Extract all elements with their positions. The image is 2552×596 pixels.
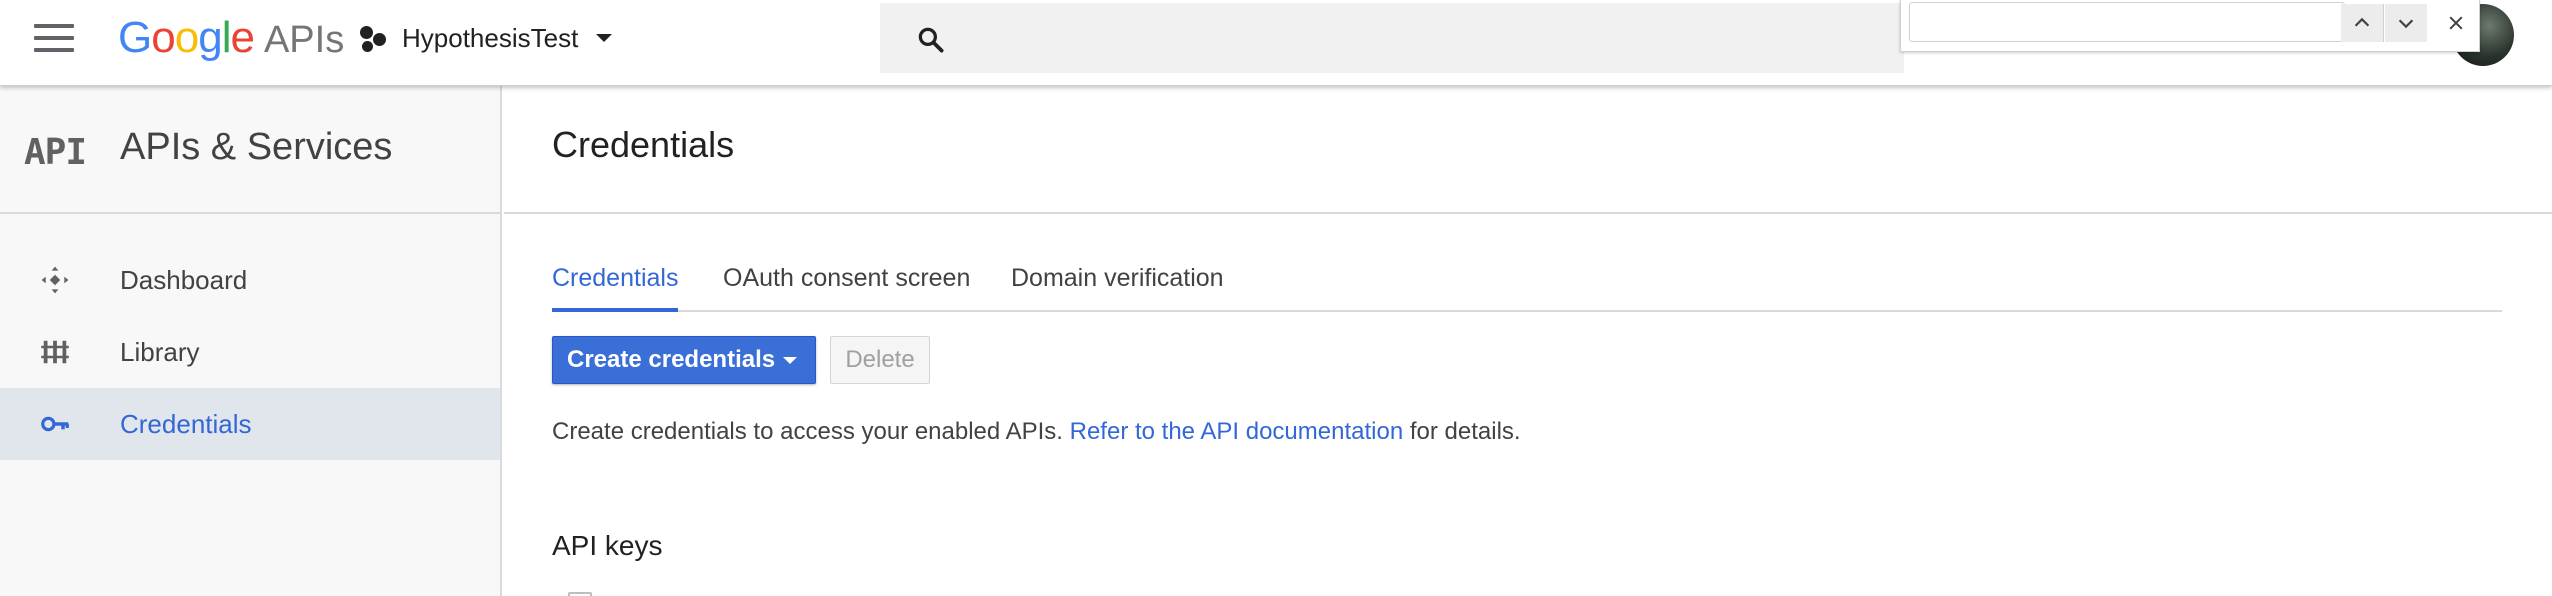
sidebar-header: API APIs & Services — [0, 86, 500, 214]
chevron-down-icon — [2398, 19, 2414, 29]
credentials-info-text: Create credentials to access your enable… — [552, 418, 1521, 446]
library-icon — [38, 335, 72, 369]
tab-domain-verification[interactable]: Domain verification — [1011, 254, 1224, 310]
hamburger-menu-icon[interactable] — [34, 24, 76, 54]
delete-button[interactable]: Delete — [830, 336, 930, 384]
sidebar-item-library[interactable]: Library — [0, 316, 500, 388]
project-name: HypothesisTest — [402, 22, 579, 53]
find-previous-button[interactable] — [2341, 4, 2383, 42]
find-input[interactable] — [1909, 2, 2345, 42]
key-icon — [38, 407, 72, 441]
sidebar-title: APIs & Services — [120, 126, 393, 168]
sidebar-item-label: Dashboard — [120, 264, 248, 295]
search-icon[interactable] — [916, 25, 946, 55]
tab-credentials[interactable]: Credentials — [552, 254, 679, 312]
main-header: Credentials — [504, 86, 2552, 214]
google-apis-logo[interactable]: Google APIs — [118, 12, 344, 64]
page-title: Credentials — [552, 124, 735, 165]
project-dots-icon — [360, 24, 388, 52]
api-documentation-link[interactable]: Refer to the API documentation — [1070, 418, 1404, 445]
find-next-button[interactable] — [2385, 4, 2427, 42]
info-text-after: for details. — [1409, 418, 1521, 445]
api-keys-heading: API keys — [552, 530, 663, 561]
find-close-button[interactable] — [2435, 4, 2477, 42]
divider — [2383, 4, 2384, 42]
google-wordmark: Google — [118, 13, 255, 62]
info-text-before: Create credentials to access your enable… — [552, 418, 1063, 445]
create-credentials-button[interactable]: Create credentials — [552, 336, 816, 384]
tab-bar: Credentials OAuth consent screen Domain … — [552, 254, 2502, 312]
sidebar-item-label: Credentials — [120, 408, 252, 439]
find-in-page-bar — [1900, 0, 2480, 52]
sidebar-item-credentials[interactable]: Credentials — [0, 388, 500, 460]
apis-wordmark: APIs — [263, 19, 345, 61]
sidebar: API APIs & Services Dashboard Library Cr… — [0, 86, 502, 596]
create-credentials-label: Create credentials — [567, 346, 776, 373]
sidebar-item-dashboard[interactable]: Dashboard — [0, 244, 500, 316]
tab-oauth-consent-screen[interactable]: OAuth consent screen — [723, 254, 970, 310]
dashboard-icon — [38, 263, 72, 297]
search-bar[interactable] — [880, 3, 1904, 73]
api-icon: API — [24, 132, 87, 173]
chevron-up-icon — [2354, 17, 2370, 27]
close-icon — [2449, 16, 2463, 30]
project-selector[interactable]: HypothesisTest — [360, 18, 613, 58]
caret-down-icon — [783, 357, 797, 364]
caret-down-icon — [596, 34, 613, 42]
sidebar-item-label: Library — [120, 336, 200, 367]
select-all-checkbox[interactable] — [568, 592, 592, 596]
